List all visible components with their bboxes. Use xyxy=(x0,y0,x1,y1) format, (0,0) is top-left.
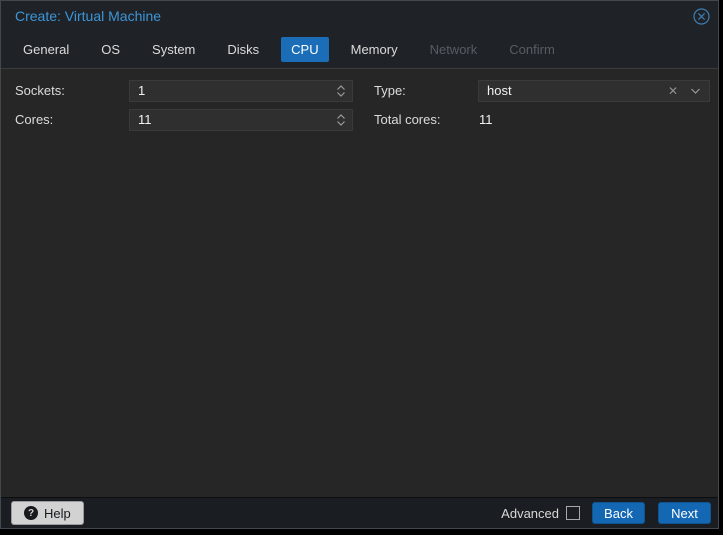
type-combobox[interactable]: host ✕ xyxy=(478,80,710,102)
chevron-up-icon xyxy=(336,84,346,91)
footer-actions: Advanced Back Next xyxy=(501,498,711,528)
sockets-spinner-buttons[interactable] xyxy=(330,81,352,101)
wizard-tabstrip: General OS System Disks CPU Memory Netwo… xyxy=(1,31,718,69)
clear-icon[interactable]: ✕ xyxy=(660,81,686,101)
tab-cpu[interactable]: CPU xyxy=(281,37,328,62)
type-combo-tools: ✕ xyxy=(660,81,709,101)
back-button[interactable]: Back xyxy=(592,502,645,524)
advanced-label: Advanced xyxy=(501,506,559,521)
tab-network: Network xyxy=(420,37,488,62)
chevron-up-icon xyxy=(336,113,346,120)
dialog-title: Create: Virtual Machine xyxy=(15,8,692,24)
sockets-value[interactable]: 1 xyxy=(130,81,330,101)
type-label: Type: xyxy=(374,80,406,102)
chevron-down-icon xyxy=(336,120,346,127)
next-button[interactable]: Next xyxy=(658,502,711,524)
help-button[interactable]: ? Help xyxy=(11,501,84,525)
dialog-titlebar: Create: Virtual Machine xyxy=(1,1,718,31)
sockets-label: Sockets: xyxy=(15,80,65,102)
cores-value[interactable]: 11 xyxy=(130,110,330,130)
cores-label: Cores: xyxy=(15,109,53,131)
tab-os[interactable]: OS xyxy=(91,37,130,62)
total-cores-value: 11 xyxy=(479,109,493,131)
cpu-form-panel: Sockets: 1 Type: host ✕ Cores: 11 xyxy=(1,69,718,497)
chevron-down-icon xyxy=(336,91,346,98)
cores-spinner[interactable]: 11 xyxy=(129,109,353,131)
dialog-footer: ? Help Advanced Back Next xyxy=(1,497,718,528)
tab-system[interactable]: System xyxy=(142,37,205,62)
create-vm-dialog: Create: Virtual Machine General OS Syste… xyxy=(0,0,719,529)
cores-spinner-buttons[interactable] xyxy=(330,110,352,130)
chevron-down-icon[interactable] xyxy=(686,87,709,95)
sockets-spinner[interactable]: 1 xyxy=(129,80,353,102)
tab-confirm: Confirm xyxy=(499,37,565,62)
close-icon[interactable] xyxy=(692,7,710,25)
total-cores-label: Total cores: xyxy=(374,109,440,131)
advanced-checkbox[interactable] xyxy=(566,506,580,520)
tab-general[interactable]: General xyxy=(13,37,79,62)
question-circle-icon: ? xyxy=(24,506,38,520)
type-value[interactable]: host xyxy=(479,81,660,101)
tab-disks[interactable]: Disks xyxy=(217,37,269,62)
help-button-label: Help xyxy=(44,506,71,521)
tab-memory[interactable]: Memory xyxy=(341,37,408,62)
